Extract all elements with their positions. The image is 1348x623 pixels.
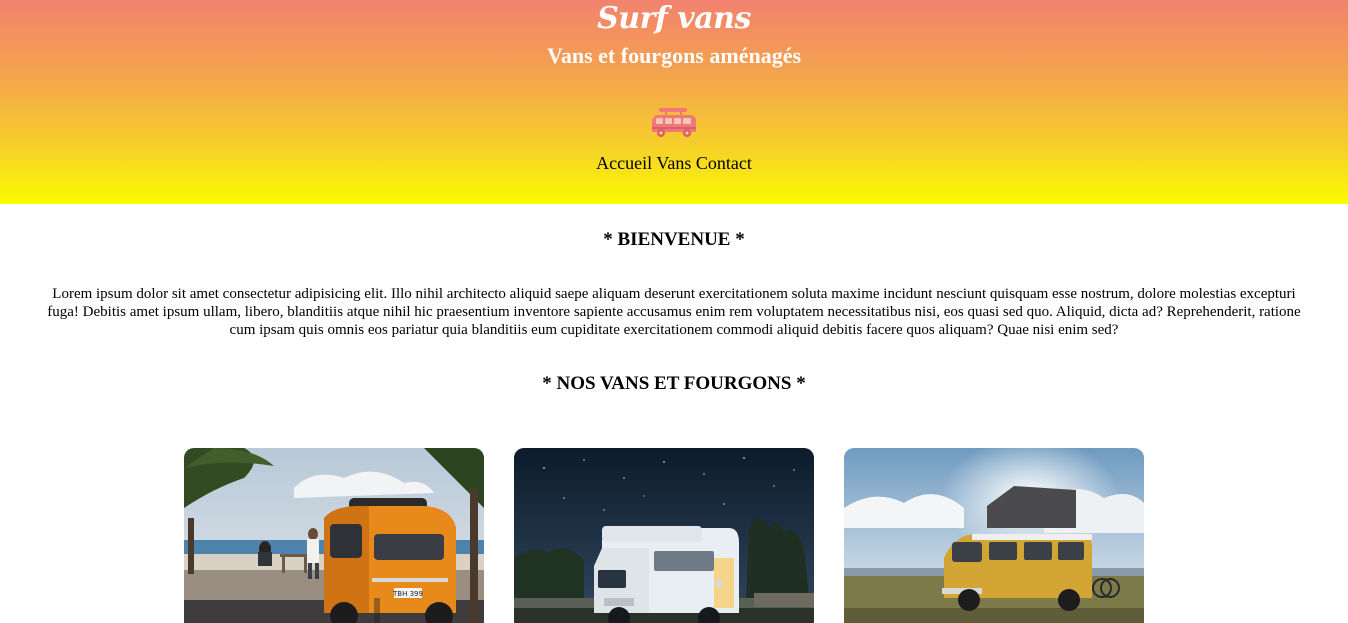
orange-vw-van-beach-photo: TBH 399 xyxy=(184,448,484,623)
welcome-heading: * BIENVENUE * xyxy=(603,229,745,250)
nav-link-contact[interactable]: Contact xyxy=(696,153,752,173)
van-card-camper-night[interactable] xyxy=(514,448,814,623)
brand-title: Surf vans xyxy=(597,1,751,36)
main-nav: Accueil Vans Contact xyxy=(0,152,1348,174)
vans-heading: * NOS VANS ET FOURGONS * xyxy=(542,373,806,394)
van-card-yellow-poptop[interactable] xyxy=(844,448,1144,623)
van-icon xyxy=(652,108,696,137)
van-card-orange[interactable]: TBH 399 xyxy=(184,448,484,623)
nav-link-accueil[interactable]: Accueil xyxy=(596,153,652,173)
site-subtitle: Vans et fourgons aménagés xyxy=(546,43,802,68)
license-plate-text: TBH 399 xyxy=(392,590,423,598)
white-camper-night-sky-photo xyxy=(514,448,814,623)
nav-link-vans[interactable]: Vans xyxy=(656,153,691,173)
welcome-text: Lorem ipsum dolor sit amet consectetur a… xyxy=(47,286,1301,338)
hero-header: Surf vans Vans et fourgons aménagés Accu… xyxy=(0,0,1348,204)
yellow-pop-top-van-field-photo xyxy=(844,448,1144,623)
